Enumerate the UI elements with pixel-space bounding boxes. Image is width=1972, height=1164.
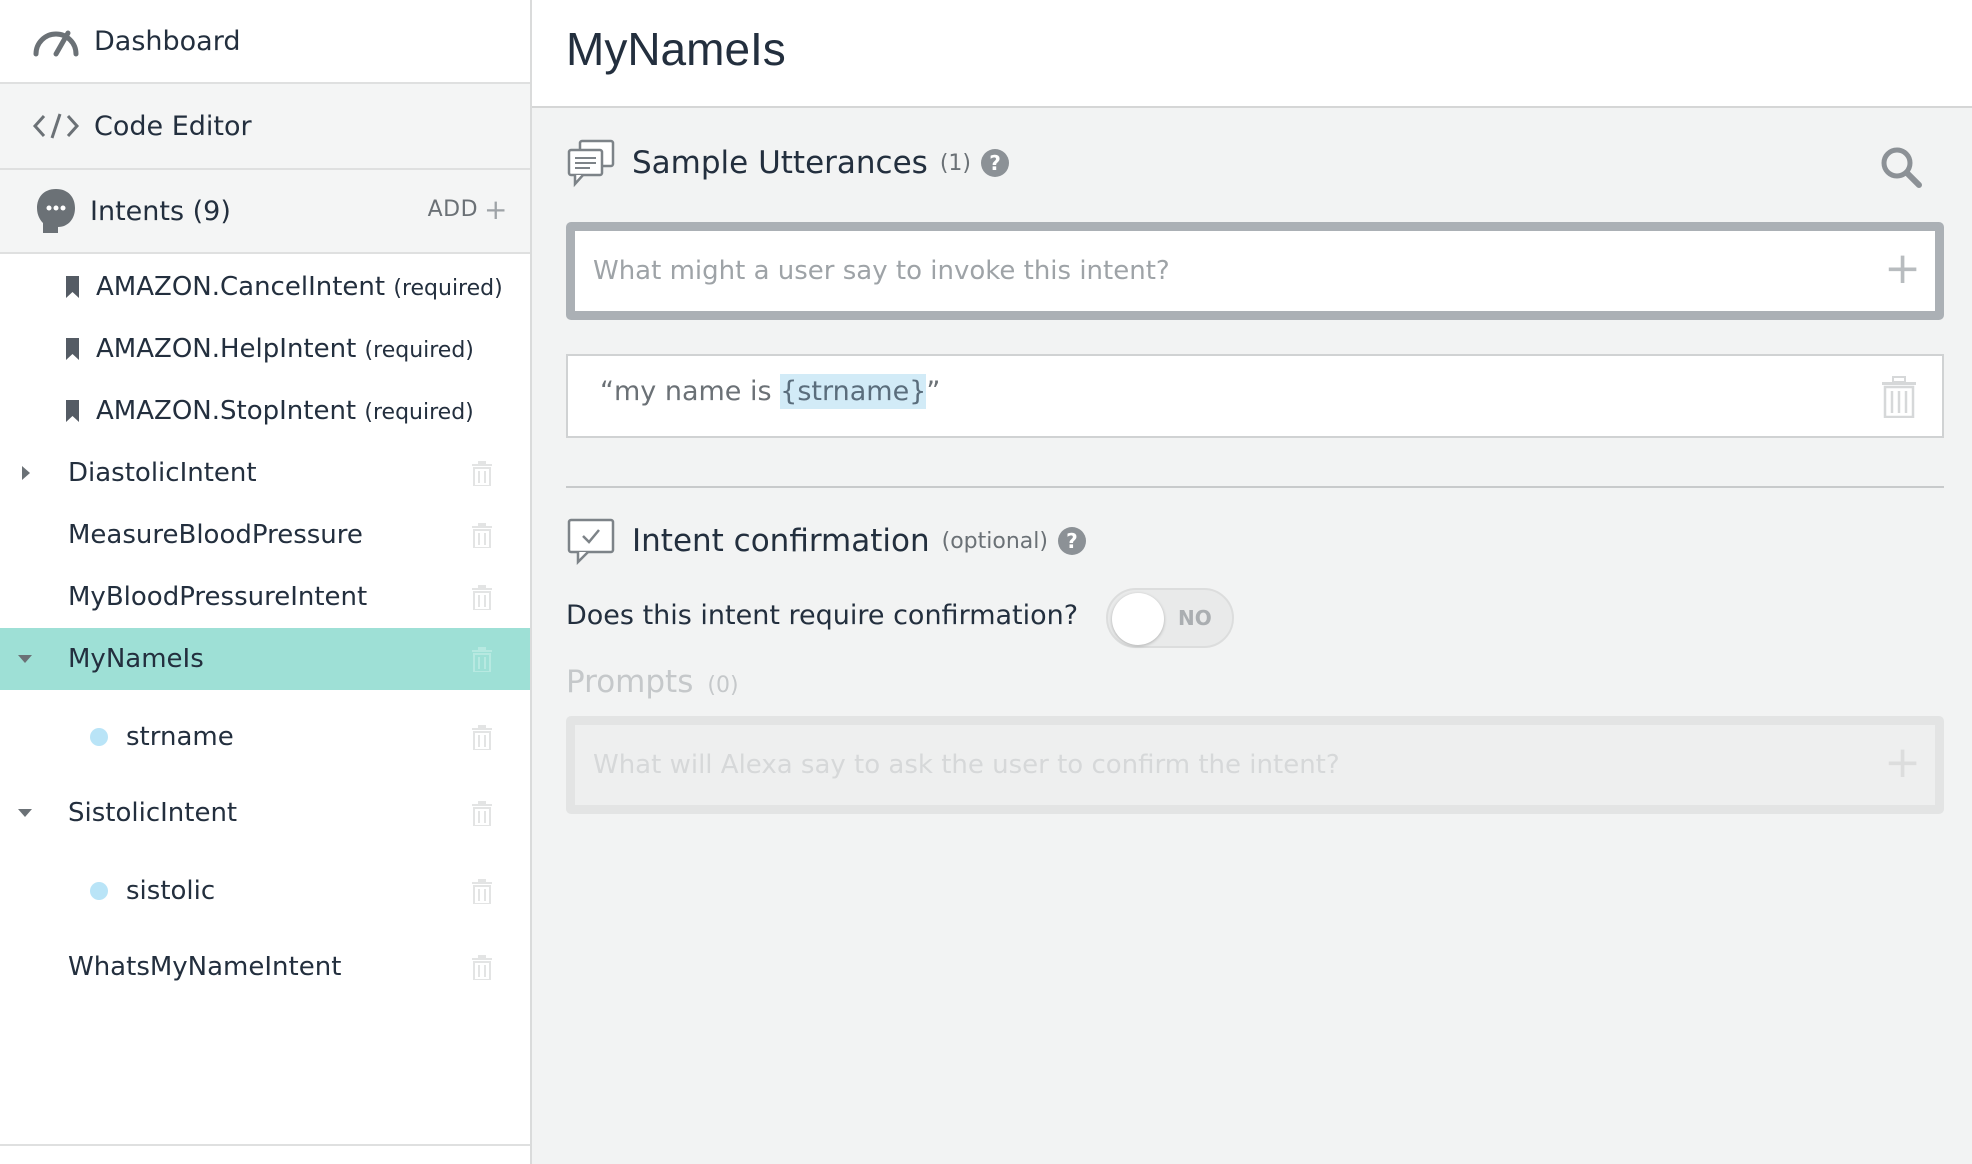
prompts-count: (0): [707, 673, 739, 698]
add-intent-button[interactable]: ADD +: [427, 192, 508, 226]
intent-name: AMAZON.CancelIntent: [96, 272, 386, 302]
utterance-text-before: “my name is: [600, 376, 781, 407]
slot-name: strname: [126, 722, 234, 752]
nav-intents[interactable]: Intents (9) ADD +: [0, 170, 530, 254]
section-divider: [566, 486, 1944, 488]
confirmation-toggle[interactable]: NO: [1106, 588, 1234, 648]
intent-item-amazon-cancel[interactable]: AMAZON.CancelIntent (required): [0, 256, 530, 318]
add-prompt-plus-icon[interactable]: +: [1884, 739, 1921, 787]
intent-item-my-blood-pressure[interactable]: MyBloodPressureIntent: [0, 566, 530, 628]
nav-code-editor[interactable]: Code Editor: [0, 84, 530, 170]
expand-caret-icon[interactable]: [22, 466, 30, 480]
intent-name: AMAZON.StopIntent: [96, 396, 357, 426]
add-intent-label: ADD: [427, 197, 479, 222]
trash-icon[interactable]: [472, 646, 492, 672]
intent-name: AMAZON.HelpIntent: [96, 334, 357, 364]
slot-dot-icon: [90, 882, 108, 900]
intent-required-tag: (required): [364, 400, 474, 425]
intent-item-sistolic[interactable]: SistolicIntent: [0, 782, 530, 844]
delete-utterance-trash-icon[interactable]: [1882, 376, 1916, 418]
intent-item-measure-blood-pressure[interactable]: MeasureBloodPressure: [0, 504, 530, 566]
trash-icon[interactable]: [472, 954, 492, 980]
intent-confirmation-header: Intent confirmation (optional) ?: [566, 516, 1086, 566]
intent-name: WhatsMyNameIntent: [68, 952, 342, 982]
trash-icon[interactable]: [472, 460, 492, 486]
intent-required-tag: (required): [393, 276, 503, 301]
utterance-slot-token[interactable]: {strname}: [780, 374, 927, 409]
bookmark-icon: [66, 400, 79, 422]
trash-icon[interactable]: [472, 522, 492, 548]
page-title: MyNameIs: [566, 23, 786, 75]
search-icon[interactable]: [1878, 144, 1924, 190]
slot-name: sistolic: [126, 876, 216, 906]
intent-name: MeasureBloodPressure: [68, 520, 363, 550]
trash-icon[interactable]: [472, 724, 492, 750]
intent-required-tag: (required): [364, 338, 474, 363]
prompts-title: Prompts: [566, 664, 694, 700]
intent-name: SistolicIntent: [68, 798, 238, 828]
sidebar: Dashboard Code Editor Intents (9) ADD +: [0, 0, 532, 1164]
intent-name: MyBloodPressureIntent: [68, 582, 368, 612]
bookmark-icon: [66, 276, 79, 298]
plus-icon: +: [484, 192, 508, 226]
speech-bubbles-icon: [567, 139, 615, 188]
intent-name: MyNameIs: [68, 644, 204, 674]
prompts-header: Prompts (0): [566, 664, 739, 700]
intent-item-amazon-stop[interactable]: AMAZON.StopIntent (required): [0, 380, 530, 442]
trash-icon[interactable]: [472, 878, 492, 904]
utterance-input[interactable]: [591, 249, 1855, 293]
prompt-input-box: +: [566, 716, 1944, 814]
dashboard-gauge-icon: [28, 24, 84, 58]
intent-item-diastolic[interactable]: DiastolicIntent: [0, 442, 530, 504]
collapse-caret-icon[interactable]: [18, 809, 32, 817]
bookmark-icon: [66, 338, 79, 360]
sample-utterances-title: Sample Utterances: [632, 145, 928, 181]
toggle-knob: [1112, 593, 1164, 645]
utterance-text-after: ”: [926, 376, 941, 407]
toggle-state-label: NO: [1178, 606, 1212, 630]
nav-dashboard[interactable]: Dashboard: [0, 0, 530, 84]
intent-confirmation-title: Intent confirmation: [632, 523, 930, 559]
sample-utterances-count: (1): [939, 150, 971, 176]
nav-code-editor-label: Code Editor: [94, 110, 252, 142]
nav-dashboard-label: Dashboard: [94, 25, 241, 57]
speech-check-icon: [567, 518, 615, 566]
sidebar-bottom-divider: [0, 1144, 530, 1146]
intent-confirmation-optional-tag: (optional): [941, 528, 1048, 554]
title-bar: MyNameIs: [532, 0, 1972, 108]
trash-icon[interactable]: [472, 584, 492, 610]
code-icon: [28, 112, 84, 140]
intent-name: DiastolicIntent: [68, 458, 257, 488]
nav-intents-label: Intents (9): [90, 195, 231, 227]
prompt-input[interactable]: [591, 743, 1855, 787]
slot-dot-icon: [90, 728, 108, 746]
sample-utterances-header: Sample Utterances (1) ?: [566, 138, 1009, 188]
intent-item-my-name-is-row[interactable]: MyNameIs: [0, 628, 530, 690]
slot-item-strname[interactable]: strname: [0, 706, 530, 768]
confirmation-question: Does this intent require confirmation?: [566, 600, 1079, 631]
utterance-row[interactable]: “my name is {strname}”: [566, 354, 1944, 438]
utterance-input-box: +: [566, 222, 1944, 320]
main-panel: MyNameIs Sample Utterances (1) ? + “my n…: [532, 0, 1972, 1164]
help-icon[interactable]: ?: [1057, 527, 1086, 555]
trash-icon[interactable]: [472, 800, 492, 826]
utterance-text: “my name is {strname}”: [600, 374, 941, 409]
collapse-caret-icon[interactable]: [18, 655, 32, 663]
add-utterance-plus-icon[interactable]: +: [1884, 245, 1921, 293]
intent-item-amazon-help[interactable]: AMAZON.HelpIntent (required): [0, 318, 530, 380]
chat-head-icon: [28, 186, 84, 236]
slot-item-sistolic[interactable]: sistolic: [0, 860, 530, 922]
help-icon[interactable]: ?: [981, 149, 1009, 177]
intent-item-whats-my-name[interactable]: WhatsMyNameIntent: [0, 936, 530, 998]
